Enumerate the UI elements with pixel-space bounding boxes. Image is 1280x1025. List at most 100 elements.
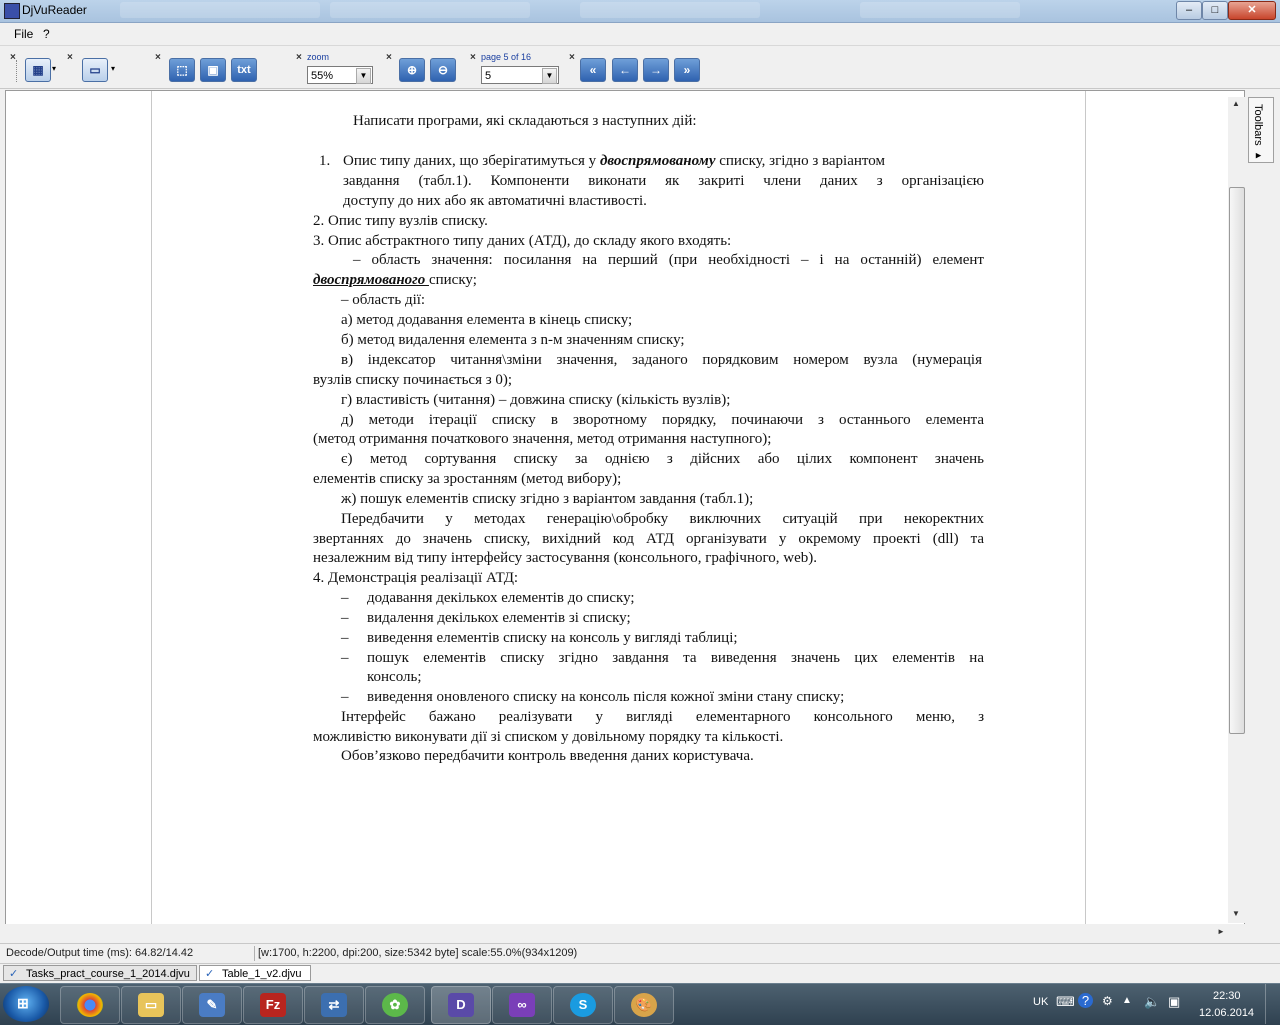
notepad-icon[interactable]: ✎ <box>182 986 242 1024</box>
toolbar-close-icon[interactable]: × <box>386 52 392 63</box>
text-mode-button[interactable]: txt <box>231 58 257 82</box>
start-button[interactable]: ⊞ <box>3 986 49 1022</box>
background-window-tab <box>330 2 530 18</box>
help-icon[interactable]: ? <box>1078 993 1093 1008</box>
doc-line: Опис типу даних, що зберігатимуться у дв… <box>343 153 885 169</box>
doc-line: двоспрямованого списку; <box>313 272 477 288</box>
doc-line: елементів списку за зростанням (метод ви… <box>313 471 622 487</box>
doc-line: завдання (табл.1). Компоненти виконати я… <box>343 173 984 189</box>
check-icon: ✓ <box>205 968 215 980</box>
doc-line: (метод отримання початкового значення, м… <box>313 431 772 447</box>
maximize-button[interactable]: □ <box>1202 1 1228 20</box>
doc-line: виведення елементів списку на консоль у … <box>367 630 738 646</box>
menu-file[interactable]: File <box>14 27 33 41</box>
doc-tab-active[interactable]: ✓ Table_1_v2.djvu <box>199 965 311 981</box>
network-icon[interactable]: ⇄ <box>304 986 364 1024</box>
menu-help[interactable]: ? <box>43 27 50 41</box>
status-bar: Decode/Output time (ms): 64.82/14.42 [w:… <box>0 943 1280 964</box>
view-mode-icon[interactable]: ▦ <box>25 58 51 82</box>
background-window-tab <box>580 2 760 18</box>
clock-time[interactable]: 22:30 <box>1213 990 1241 1002</box>
menu-bar: File ? <box>0 23 1280 46</box>
document-viewer[interactable]: Написати програми, які складаються з нас… <box>5 90 1245 941</box>
list-dash: – <box>341 590 349 606</box>
last-page-icon[interactable]: » <box>674 58 700 82</box>
background-window-tab <box>860 2 1020 18</box>
clock-date[interactable]: 12.06.2014 <box>1199 1007 1254 1019</box>
toolbar-close-icon[interactable]: × <box>10 52 16 63</box>
paint-icon[interactable]: 🎨 <box>614 986 674 1024</box>
explorer-icon[interactable]: ▭ <box>121 986 181 1024</box>
select-rect-icon[interactable]: ⬚ <box>169 58 195 82</box>
doc-line: пошук елементів списку згідно завдання т… <box>367 650 984 666</box>
settings-icon[interactable]: ⚙ <box>1102 994 1113 1008</box>
visual-studio-icon[interactable]: ∞ <box>492 986 552 1024</box>
skype-icon[interactable]: S <box>553 986 613 1024</box>
keyboard-icon[interactable]: ⌨ <box>1056 994 1075 1010</box>
horizontal-scrollbar[interactable]: ► <box>5 924 1245 941</box>
list-dash: – <box>341 689 349 705</box>
toolbar-close-icon[interactable]: × <box>296 52 302 63</box>
toolbar-grip[interactable] <box>16 60 20 82</box>
document-tabs: ✓ Tasks_pract_course_1_2014.djvu ✓ Table… <box>0 963 1280 983</box>
volume-icon[interactable]: 🔈 <box>1144 994 1160 1010</box>
chrome-icon[interactable] <box>60 986 120 1024</box>
language-indicator[interactable]: UK <box>1033 996 1048 1008</box>
doc-line: – область значення: посилання на перший … <box>353 252 984 268</box>
network-status-icon[interactable]: ▣ <box>1168 994 1180 1010</box>
toolbar-close-icon[interactable]: × <box>470 52 476 63</box>
doc-line: видалення декількох елементів зі списку; <box>367 610 631 626</box>
doc-line: можливістю виконувати дії зі списком у д… <box>313 729 784 745</box>
taskbar: ⊞ ▭ ✎ Fz ⇄ ✿ D ∞ S 🎨 UK ⌨ ? ⚙ ▲ 🔈 ▣ 22:3… <box>0 983 1280 1025</box>
list-dash: – <box>341 630 349 646</box>
doc-line: б) метод видалення елемента з n-м значен… <box>341 332 685 348</box>
image-mode-icon[interactable]: ▣ <box>200 58 226 82</box>
minimize-button[interactable]: – <box>1176 1 1202 20</box>
chevron-down-icon[interactable]: ▼ <box>356 68 371 84</box>
list-dash: – <box>341 650 349 666</box>
scrollbar-thumb[interactable] <box>1229 187 1245 734</box>
page-label: page 5 of 16 <box>481 52 532 62</box>
doc-line: консоль; <box>367 669 422 685</box>
vertical-scrollbar[interactable]: ▲ ▼ <box>1228 97 1245 923</box>
scroll-right-icon[interactable]: ► <box>1217 927 1225 936</box>
scroll-up-icon[interactable]: ▲ <box>1232 99 1240 108</box>
doc-tab[interactable]: ✓ Tasks_pract_course_1_2014.djvu <box>3 965 197 981</box>
doc-line: 4. Демонстрація реалізації АТД: <box>313 570 519 586</box>
show-desktop-button[interactable] <box>1265 984 1279 1024</box>
next-page-icon[interactable]: → <box>643 58 669 82</box>
chevron-down-icon[interactable]: ▾ <box>111 64 115 73</box>
icq-icon[interactable]: ✿ <box>365 986 425 1024</box>
page-select[interactable]: 5 ▼ <box>481 66 559 84</box>
zoom-select[interactable]: 55% ▼ <box>307 66 373 84</box>
doc-line: 1. <box>319 153 331 169</box>
doc-line: – область дії: <box>341 292 426 308</box>
tray-expand-icon[interactable]: ▲ <box>1122 995 1132 1006</box>
window-title: DjVuReader <box>22 3 87 17</box>
zoom-out-icon[interactable]: ⊖ <box>430 58 456 82</box>
close-button[interactable]: ✕ <box>1228 1 1276 20</box>
chevron-down-icon[interactable]: ▾ <box>52 64 56 73</box>
prev-page-icon[interactable]: ← <box>612 58 638 82</box>
toolbar-close-icon[interactable]: × <box>569 52 575 63</box>
doc-line: 2. Опис типу вузлів списку. <box>313 213 488 229</box>
scroll-down-icon[interactable]: ▼ <box>1232 909 1240 918</box>
check-icon: ✓ <box>9 968 19 980</box>
first-page-icon[interactable]: « <box>580 58 606 82</box>
page-layout-icon[interactable]: ▭ <box>82 58 108 82</box>
djvureader-icon[interactable]: D <box>431 986 491 1024</box>
filezilla-icon[interactable]: Fz <box>243 986 303 1024</box>
zoom-label: zoom <box>307 52 330 62</box>
toolbar-close-icon[interactable]: × <box>155 52 161 63</box>
toolbar-close-icon[interactable]: × <box>67 52 73 63</box>
toolbars-panel-tab[interactable]: Toolbars ▸ <box>1248 97 1274 163</box>
zoom-in-icon[interactable]: ⊕ <box>399 58 425 82</box>
document-page: Написати програми, які складаються з нас… <box>151 91 1086 930</box>
doc-line: г) властивість (читання) – довжина списк… <box>341 392 731 408</box>
chevron-down-icon[interactable]: ▼ <box>542 68 557 84</box>
doc-line: ж) пошук елементів списку згідно з варіа… <box>341 491 754 507</box>
doc-line: звертаннях до значень списку, вихідний к… <box>313 531 984 547</box>
doc-line: Обов’язково передбачити контроль введенн… <box>341 748 754 764</box>
doc-line: 3. Опис абстрактного типу даних (АТД), д… <box>313 233 732 249</box>
zoom-value: 55% <box>311 70 334 82</box>
